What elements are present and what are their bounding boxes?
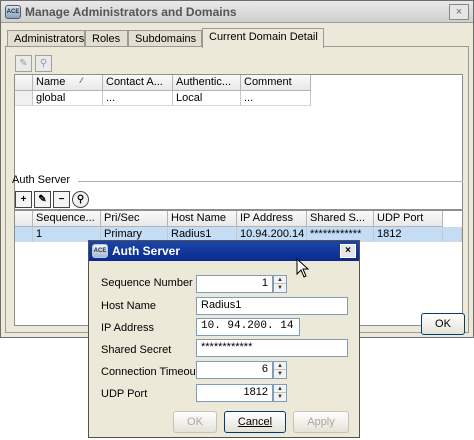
section-divider: [78, 181, 463, 182]
column-header-name[interactable]: Name ∕: [33, 75, 103, 91]
dialog-cancel-label: Cancel: [237, 416, 273, 428]
shared-secret-field[interactable]: ************: [196, 339, 348, 357]
sort-ascending-icon: ∕: [81, 76, 83, 85]
edit-auth-server-button[interactable]: ✎: [34, 191, 51, 208]
ip-address-field[interactable]: 10. 94.200. 14: [196, 318, 300, 336]
sequence-number-stepper[interactable]: ▲ ▼: [273, 275, 287, 293]
tab-current-domain-detail[interactable]: Current Domain Detail: [202, 28, 324, 48]
column-header-host-name[interactable]: Host Name: [168, 211, 237, 227]
arrow-down-icon[interactable]: ▼: [274, 284, 286, 292]
domain-details-icon[interactable]: ⚲: [35, 55, 52, 72]
add-auth-server-button[interactable]: +: [15, 191, 32, 208]
window-titlebar[interactable]: ACE Manage Administrators and Domains ×: [1, 1, 473, 23]
cell-name: global: [33, 91, 103, 106]
sequence-number-label: Sequence Number: [101, 277, 193, 289]
cell-authentication: Local: [173, 91, 241, 106]
dialog-title: Auth Server: [112, 244, 181, 258]
column-header-udp-port[interactable]: UDP Port: [374, 211, 443, 227]
column-header-shared-secret[interactable]: Shared S...: [307, 211, 374, 227]
edit-icon: ✎: [38, 194, 47, 205]
host-name-label: Host Name: [101, 300, 157, 312]
window-title: Manage Administrators and Domains: [25, 5, 237, 19]
connection-timeout-field[interactable]: 6: [196, 361, 273, 379]
row-header: [15, 227, 33, 242]
search-icon: ⚲: [76, 194, 85, 205]
column-header-comment[interactable]: Comment: [241, 75, 311, 91]
arrow-down-icon[interactable]: ▼: [274, 393, 286, 401]
cell-udp-port: 1812: [374, 227, 443, 242]
column-header-sequence[interactable]: Sequence...: [33, 211, 101, 227]
cell-contact: ...: [103, 91, 173, 106]
arrow-down-icon[interactable]: ▼: [274, 370, 286, 378]
udp-port-label: UDP Port: [101, 388, 148, 400]
window-close-button[interactable]: ×: [449, 4, 469, 20]
arrow-up-icon[interactable]: ▲: [274, 276, 286, 284]
dialog-close-button[interactable]: ×: [340, 244, 356, 258]
edit-domain-icon[interactable]: ✎: [15, 55, 32, 72]
cell-filler: [443, 227, 462, 242]
udp-port-stepper[interactable]: ▲ ▼: [273, 384, 287, 402]
column-header-ip-address[interactable]: IP Address: [237, 211, 307, 227]
shared-secret-label: Shared Secret: [101, 344, 172, 356]
column-header-authentication[interactable]: Authentic...: [173, 75, 241, 91]
row-header: [15, 91, 33, 106]
plus-icon: +: [20, 194, 27, 205]
table-header-corner: [15, 211, 33, 227]
ip-address-label: IP Address: [101, 322, 154, 334]
auth-server-section-label: Auth Server: [12, 174, 71, 186]
column-header-label: Name: [36, 76, 66, 88]
dialog-apply-button[interactable]: Apply: [293, 411, 349, 433]
main-ok-label: OK: [435, 318, 451, 330]
column-header-contact[interactable]: Contact A...: [103, 75, 173, 91]
mouse-cursor-icon: [296, 258, 310, 278]
test-auth-server-button[interactable]: ⚲: [72, 191, 89, 208]
app-logo-icon: ACE: [92, 244, 108, 258]
tab-subdomains[interactable]: Subdomains: [128, 30, 202, 47]
host-name-field[interactable]: Radius1: [196, 297, 348, 315]
sequence-number-field[interactable]: 1: [196, 275, 273, 293]
tab-roles[interactable]: Roles: [85, 30, 128, 47]
arrow-up-icon[interactable]: ▲: [274, 362, 286, 370]
dialog-apply-label: Apply: [307, 416, 335, 428]
connection-timeout-label: Connection Timeout: [101, 366, 199, 378]
column-header-pri-sec[interactable]: Pri/Sec: [101, 211, 168, 227]
domain-table: Name ∕ Contact A... Authentic... Comment…: [14, 74, 463, 210]
udp-port-field[interactable]: 1812: [196, 384, 273, 402]
table-header-corner: [15, 75, 33, 91]
app-logo-icon: ACE: [5, 5, 21, 19]
minus-icon: −: [58, 194, 65, 205]
main-ok-button[interactable]: OK: [421, 313, 465, 335]
auth-server-dialog: ACE Auth Server × Sequence Number 1 ▲ ▼ …: [88, 240, 360, 438]
dialog-ok-button[interactable]: OK: [173, 411, 217, 433]
tab-administrators[interactable]: Administrators: [7, 30, 85, 47]
dialog-cancel-button[interactable]: Cancel: [224, 411, 286, 433]
cell-comment: ...: [241, 91, 311, 106]
remove-auth-server-button[interactable]: −: [53, 191, 70, 208]
arrow-up-icon[interactable]: ▲: [274, 385, 286, 393]
dialog-titlebar[interactable]: ACE Auth Server ×: [89, 241, 359, 261]
dialog-ok-label: OK: [187, 416, 203, 428]
connection-timeout-stepper[interactable]: ▲ ▼: [273, 361, 287, 379]
